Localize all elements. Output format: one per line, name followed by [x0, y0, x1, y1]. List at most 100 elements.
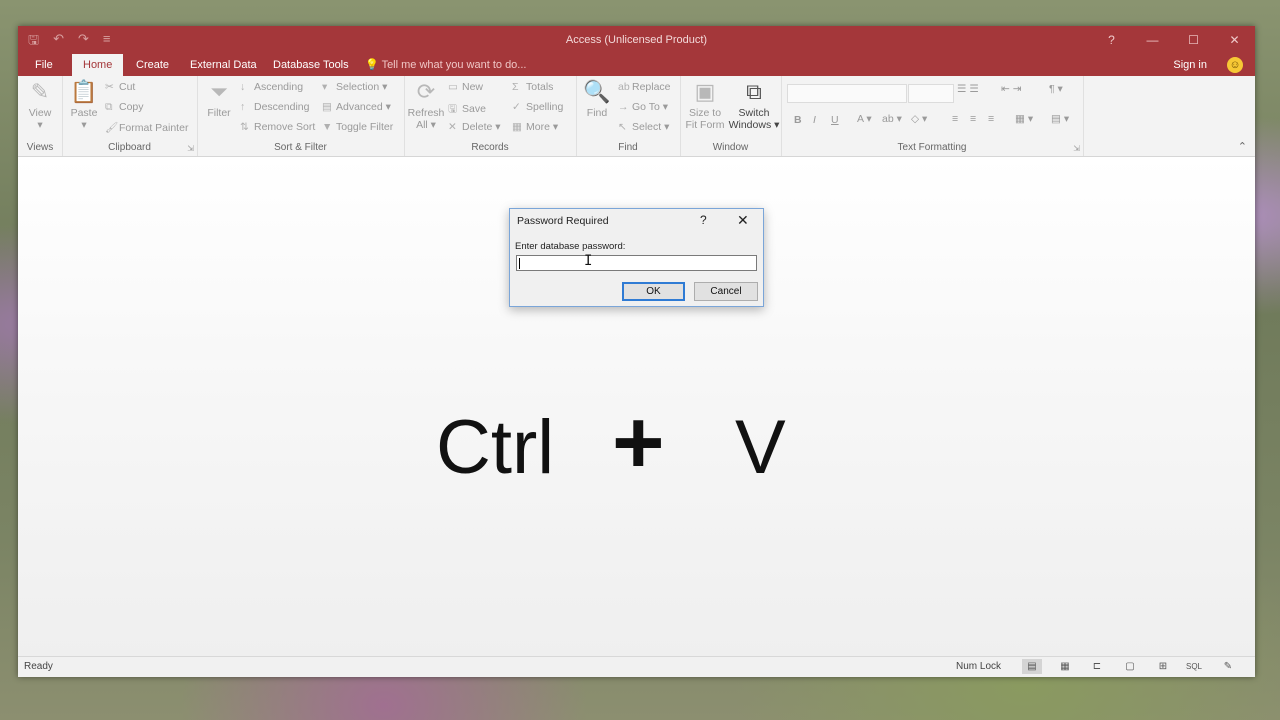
group-find: 🔍 Find ab Replace → Go To ▾ ↖ Select ▾ Find	[576, 76, 681, 156]
brush-icon: 🖌	[105, 122, 119, 134]
layout-view-icon[interactable]: ⊏	[1087, 659, 1107, 674]
design-view-icon[interactable]: ▢	[1120, 659, 1140, 674]
save-record-button[interactable]: 🖫 Save	[448, 101, 486, 119]
funnel-icon: ⏷	[210, 79, 228, 104]
cut-button[interactable]: ✂ Cut	[105, 81, 135, 93]
help-button[interactable]: ?	[1091, 26, 1132, 54]
gridlines-icon[interactable]: ▦ ▾	[1015, 113, 1033, 125]
feedback-smiley-icon[interactable]: ☺	[1227, 57, 1243, 73]
fill-color-icon[interactable]: ◇ ▾	[911, 113, 927, 125]
ascending-button[interactable]: ↓ Ascending	[240, 81, 303, 93]
maximize-button[interactable]: ☐	[1173, 26, 1214, 54]
switch-windows-button[interactable]: ⧉ Switch Windows ▾	[728, 79, 780, 132]
replace-icon: ab	[618, 81, 630, 93]
highlight-icon[interactable]: ab ▾	[882, 113, 902, 125]
underline-button[interactable]: U	[831, 114, 839, 126]
tell-me-text: Tell me what you want to do...	[381, 59, 527, 71]
tell-me-box[interactable]: 💡 Tell me what you want to do...	[365, 54, 526, 76]
selection-filter-icon: ▾	[322, 81, 328, 93]
status-bar: Ready Num Lock ▤ ▦ ⊏ ▢ ⊞ SQL ✎	[18, 656, 1255, 677]
remove-sort-icon: ⇅	[240, 121, 249, 133]
group-views: ✎ View ▾ Views	[18, 76, 63, 156]
switch-windows-icon: ⧉	[746, 79, 762, 104]
descending-button[interactable]: ↑ Descending	[240, 101, 309, 113]
advanced-button[interactable]: ▤ Advanced ▾	[322, 101, 391, 113]
pivot-view-icon[interactable]: ⊞	[1153, 659, 1173, 674]
size-to-fit-form-button[interactable]: ▣ Size to Fit Form	[682, 80, 728, 132]
sql-view-icon[interactable]: SQL	[1184, 659, 1204, 674]
view-button[interactable]: ✎ View ▾	[22, 79, 58, 132]
remove-sort-button[interactable]: ⇅ Remove Sort	[240, 121, 315, 133]
totals-button[interactable]: Σ Totals	[512, 81, 553, 93]
paragraph-direction-icon[interactable]: ¶ ▾	[1049, 83, 1063, 95]
dialog-close-icon[interactable]: ✕	[737, 212, 749, 229]
arrow-right-icon: →	[618, 101, 629, 113]
bullets-icon[interactable]: ☰ ☰	[957, 83, 979, 95]
cancel-button[interactable]: Cancel	[694, 282, 758, 301]
tab-create[interactable]: Create	[125, 54, 180, 76]
title-bar: 🖫 ↶ ↷ ≡ Access (Unlicensed Product) ? — …	[18, 26, 1255, 54]
align-left-icon[interactable]: ≡	[952, 113, 958, 125]
spelling-icon: ✓	[512, 101, 521, 113]
save-record-icon: 🖫	[448, 103, 457, 115]
find-group-label: Find	[618, 142, 638, 153]
view-icon: ✎	[30, 79, 50, 104]
sigma-icon: Σ	[512, 81, 519, 93]
clipboard-launcher-icon[interactable]: ⇲	[187, 144, 194, 153]
indent-icon[interactable]: ⇤ ⇥	[1001, 83, 1022, 95]
alternate-row-color-icon[interactable]: ▤ ▾	[1051, 113, 1069, 125]
window-group-label: Window	[712, 142, 749, 153]
datasheet-view-icon[interactable]: ▦	[1055, 659, 1075, 674]
refresh-all-button[interactable]: ⟳ Refresh All ▾	[406, 79, 446, 132]
ribbon: ✎ View ▾ Views 📋 Paste ▾ ✂ Cut ⧉ Copy 🖌Format …	[18, 76, 1255, 157]
toggle-filter-icon: ▼	[322, 121, 333, 133]
align-right-icon[interactable]: ≡	[988, 113, 994, 125]
close-button[interactable]: ✕	[1214, 26, 1255, 54]
font-name-dropdown[interactable]	[787, 84, 907, 103]
views-group-label: Views	[26, 142, 54, 153]
format-painter-button[interactable]: 🖌Format Painter	[105, 121, 188, 134]
font-color-icon[interactable]: A ▾	[857, 113, 872, 125]
tab-file[interactable]: File	[24, 54, 64, 76]
italic-button[interactable]: I	[813, 114, 816, 126]
password-field[interactable]	[516, 255, 757, 271]
bold-button[interactable]: B	[794, 114, 802, 126]
window-controls: ? — ☐ ✕	[1091, 26, 1255, 54]
goto-button[interactable]: → Go To ▾	[618, 101, 668, 113]
sign-in-link[interactable]: Sign in	[1173, 54, 1207, 76]
tab-external-data[interactable]: External Data	[179, 54, 268, 76]
new-record-icon: ▭	[448, 81, 458, 93]
ok-button[interactable]: OK	[622, 282, 685, 301]
delete-record-button[interactable]: ✕ Delete ▾	[448, 121, 501, 133]
group-sort-filter: ⏷ Filter ↓ Ascending ↑ Descending ⇅ Remove S…	[197, 76, 405, 156]
advanced-filter-icon: ▤	[322, 101, 332, 113]
lightbulb-icon: 💡	[365, 59, 382, 71]
cursor-icon: ↖	[618, 121, 627, 133]
more-button[interactable]: ▦ More ▾	[512, 121, 558, 133]
new-record-button[interactable]: ▭ New	[448, 81, 483, 93]
collapse-ribbon-icon[interactable]: ⌃	[1238, 140, 1247, 153]
font-size-dropdown[interactable]	[908, 84, 954, 103]
sort-ascending-icon: ↓	[240, 81, 246, 93]
tab-home[interactable]: Home	[72, 54, 124, 76]
replace-button[interactable]: ab Replace	[618, 81, 671, 93]
toggle-filter-button[interactable]: ▼ Toggle Filter	[322, 121, 393, 133]
copy-button[interactable]: ⧉ Copy	[105, 101, 144, 114]
scissors-icon: ✂	[105, 81, 114, 93]
select-button[interactable]: ↖ Select ▾	[618, 121, 669, 133]
edit-view-icon[interactable]: ✎	[1218, 659, 1238, 674]
align-center-icon[interactable]: ≡	[970, 113, 976, 125]
overlay-plus: +	[612, 393, 665, 493]
spelling-button[interactable]: ✓ Spelling	[512, 101, 563, 113]
delete-icon: ✕	[448, 121, 457, 133]
text-formatting-launcher-icon[interactable]: ⇲	[1073, 144, 1080, 153]
form-view-icon[interactable]: ▤	[1022, 659, 1042, 674]
dialog-help-button[interactable]: ?	[700, 213, 707, 227]
paste-button[interactable]: 📋 Paste ▾	[66, 80, 102, 132]
filter-button[interactable]: ⏷ Filter	[201, 79, 237, 120]
find-button[interactable]: 🔍 Find	[580, 80, 614, 120]
refresh-icon: ⟳	[416, 79, 436, 104]
selection-button[interactable]: ▾ Selection ▾	[322, 81, 387, 93]
tab-database-tools[interactable]: Database Tools	[262, 54, 360, 76]
minimize-button[interactable]: —	[1132, 26, 1173, 54]
